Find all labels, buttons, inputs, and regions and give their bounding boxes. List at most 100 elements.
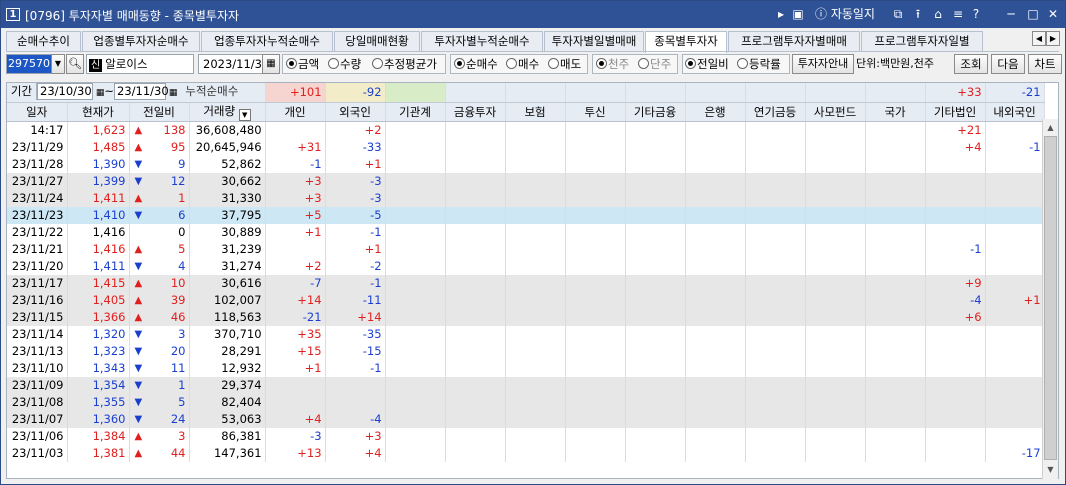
change-value: 4 bbox=[178, 259, 186, 273]
date-input[interactable]: 2023/11/30 bbox=[198, 54, 264, 74]
next-button[interactable]: 다음 bbox=[991, 54, 1025, 74]
volume-dropdown-icon[interactable]: ▼ bbox=[238, 109, 251, 121]
radio-amount[interactable]: 금액 bbox=[286, 56, 319, 72]
column-header[interactable]: 일자 bbox=[7, 102, 68, 122]
column-header[interactable]: 전일비 bbox=[129, 102, 190, 122]
code-dropdown-icon[interactable]: ▼ bbox=[51, 54, 65, 74]
query-button[interactable]: 조회 bbox=[954, 54, 988, 74]
column-header[interactable]: 투신 bbox=[565, 102, 626, 122]
tab-7[interactable]: 프로그램투자자별매매 bbox=[728, 31, 860, 52]
investor-guide-button[interactable]: 투자자안내 bbox=[792, 54, 854, 74]
table-row[interactable]: 23/11/08 1,355 ▼ 5 82,404 bbox=[7, 394, 1045, 411]
column-header[interactable]: 기타법인 bbox=[925, 102, 986, 122]
tab-8[interactable]: 프로그램투자자일별 bbox=[861, 31, 983, 52]
tab-0[interactable]: 순매수추이 bbox=[6, 31, 81, 52]
radio-prev-day[interactable]: 전일비 bbox=[685, 56, 729, 72]
table-row[interactable]: 23/11/21 1,416 ▲ 5 31,239 +1 -1 bbox=[7, 241, 1045, 258]
table-row[interactable]: 23/11/17 1,415 ▲ 10 30,616 -7 -1 +9 bbox=[7, 275, 1045, 292]
layout-icon[interactable]: ▣ bbox=[791, 6, 805, 22]
column-header[interactable]: 연기금등 bbox=[745, 102, 806, 122]
calendar-icon[interactable]: ▦ bbox=[262, 54, 280, 74]
table-row[interactable]: 23/11/07 1,360 ▼ 24 53,063 +4 -4 bbox=[7, 411, 1045, 428]
table-row[interactable]: 23/11/22 1,416 0 30,889 +1 -1 bbox=[7, 224, 1045, 241]
table-row[interactable]: 23/11/28 1,390 ▼ 9 52,862 -1 +1 bbox=[7, 156, 1045, 173]
empty-cell bbox=[865, 326, 926, 343]
scroll-down-icon[interactable]: ▼ bbox=[1044, 462, 1057, 477]
table-row[interactable]: 23/11/10 1,343 ▼ 11 12,932 +1 -1 bbox=[7, 360, 1045, 377]
close-icon[interactable]: ✕ bbox=[1045, 6, 1061, 22]
empty-cell bbox=[685, 121, 746, 139]
empty-cell bbox=[445, 394, 506, 411]
tab-prev-icon[interactable]: ◀ bbox=[1032, 31, 1046, 46]
domestic-foreign-cell bbox=[985, 343, 1045, 360]
help-icon[interactable]: ? bbox=[969, 6, 983, 22]
tab-5[interactable]: 투자자별일별매매 bbox=[544, 31, 644, 52]
table-row[interactable]: 23/11/20 1,411 ▼ 4 31,274 +2 -2 bbox=[7, 258, 1045, 275]
pin-icon[interactable]: ≡ bbox=[951, 6, 965, 22]
radio-net-buy[interactable]: 순매수 bbox=[454, 56, 498, 72]
table-row[interactable]: 23/11/03 1,381 ▲ 44 147,361 +13 +4 -17 bbox=[7, 445, 1045, 462]
stock-name-field[interactable]: 신 알로이스 bbox=[86, 54, 194, 74]
home-icon[interactable]: ⌂ bbox=[931, 6, 945, 22]
table-row[interactable]: 23/11/15 1,366 ▲ 46 118,563 -21 +14 +6 bbox=[7, 309, 1045, 326]
table-row[interactable]: 23/11/06 1,384 ▲ 3 86,381 -3 +3 bbox=[7, 428, 1045, 445]
maximize-icon[interactable]: □ bbox=[1025, 6, 1041, 22]
column-header[interactable]: 거래량 ▼ bbox=[189, 102, 266, 122]
radio-single-shares[interactable]: 단주 bbox=[638, 56, 671, 72]
play-icon[interactable]: ▸ bbox=[775, 6, 787, 22]
tab-next-icon[interactable]: ▶ bbox=[1046, 31, 1060, 46]
search-icon[interactable]: 🔍︎ bbox=[66, 54, 84, 74]
tab-3[interactable]: 당일매매현황 bbox=[334, 31, 420, 52]
radio-buy[interactable]: 매수 bbox=[506, 56, 539, 72]
radio-thousand-shares[interactable]: 천주 bbox=[596, 56, 629, 72]
price-cell: 1,320 bbox=[67, 326, 130, 343]
chart-button[interactable]: 차트 bbox=[1028, 54, 1062, 74]
tab-1[interactable]: 업종별투자자순매수 bbox=[82, 31, 200, 52]
column-header[interactable]: 개인 bbox=[265, 102, 326, 122]
radio-sell[interactable]: 매도 bbox=[548, 56, 581, 72]
column-header[interactable]: 외국인 bbox=[325, 102, 386, 122]
scroll-up-icon[interactable]: ▲ bbox=[1044, 120, 1057, 135]
calendar-icon[interactable]: ▦ bbox=[93, 88, 105, 98]
table-row[interactable]: 14:17 1,623 ▲ 138 36,608,480 +2 +21 bbox=[7, 121, 1045, 139]
tab-6[interactable]: 종목별투자자 bbox=[645, 31, 727, 53]
table-row[interactable]: 23/11/16 1,405 ▲ 39 102,007 +14 -11 -4 +1 bbox=[7, 292, 1045, 309]
column-header[interactable]: 사모펀드 bbox=[805, 102, 866, 122]
period-start-input[interactable]: 23/10/30 bbox=[37, 83, 93, 100]
down-arrow-icon: ▼ bbox=[134, 380, 143, 391]
column-header[interactable]: 현재가 bbox=[67, 102, 130, 122]
auto-journal-button[interactable]: ⓘ 자동일지 bbox=[815, 6, 881, 22]
table-row[interactable]: 23/11/23 1,410 ▼ 6 37,795 +5 -5 bbox=[7, 207, 1045, 224]
minimize-icon[interactable]: ─ bbox=[1003, 6, 1019, 22]
tab-4[interactable]: 투자자별누적순매수 bbox=[421, 31, 543, 52]
vertical-scrollbar[interactable]: ▲ ▼ bbox=[1042, 119, 1058, 479]
scroll-thumb[interactable] bbox=[1044, 136, 1057, 460]
empty-cell bbox=[745, 224, 806, 241]
empty-cell bbox=[565, 445, 626, 462]
column-header[interactable]: 금융투자 bbox=[445, 102, 506, 122]
table-row[interactable]: 23/11/13 1,323 ▼ 20 28,291 +15 -15 bbox=[7, 343, 1045, 360]
table-row[interactable]: 23/11/29 1,485 ▲ 95 20,645,946 +31 -33 +4 -1 bbox=[7, 139, 1045, 156]
volume-cell: 30,616 bbox=[189, 275, 266, 292]
period-end-input[interactable]: 23/11/30 bbox=[114, 83, 169, 100]
radio-avg-price[interactable]: 추정평균가 bbox=[372, 56, 437, 72]
table-row[interactable]: 23/11/24 1,411 ▲ 1 31,330 +3 -3 bbox=[7, 190, 1045, 207]
stock-code-input[interactable]: 297570 bbox=[6, 54, 52, 74]
table-row[interactable]: 23/11/09 1,354 ▼ 1 29,374 bbox=[7, 377, 1045, 394]
empty-cell bbox=[685, 394, 746, 411]
radio-change-rate[interactable]: 등락률 bbox=[737, 56, 781, 72]
link-icon[interactable]: ⧉ bbox=[891, 6, 905, 22]
column-header[interactable]: 기관계 bbox=[385, 102, 446, 122]
column-header[interactable]: 은행 bbox=[685, 102, 746, 122]
column-header[interactable]: 국가 bbox=[865, 102, 926, 122]
table-row[interactable]: 23/11/14 1,320 ▼ 3 370,710 +35 -35 bbox=[7, 326, 1045, 343]
export-icon[interactable]: ⭱ bbox=[911, 6, 925, 22]
column-header[interactable]: 내외국인 bbox=[985, 102, 1045, 122]
tab-2[interactable]: 업종투자자누적순매수 bbox=[201, 31, 333, 52]
empty-cell bbox=[805, 207, 866, 224]
table-row[interactable]: 23/11/27 1,399 ▼ 12 30,662 +3 -3 bbox=[7, 173, 1045, 190]
radio-quantity[interactable]: 수량 bbox=[328, 56, 361, 72]
column-header[interactable]: 보험 bbox=[505, 102, 566, 122]
column-header[interactable]: 기타금융 bbox=[625, 102, 686, 122]
calendar-icon[interactable]: ▦ bbox=[166, 88, 178, 98]
